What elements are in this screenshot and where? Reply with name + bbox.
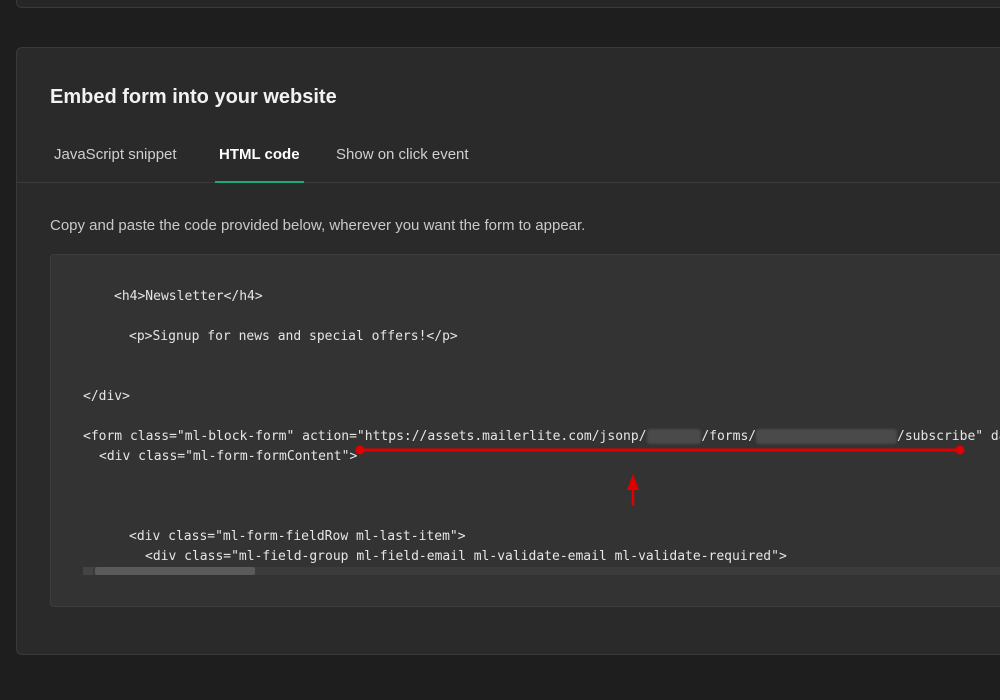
previous-card <box>16 0 1000 8</box>
tab-html-code[interactable]: HTML code <box>215 136 304 183</box>
form-action-suffix: /subscribe" data <box>897 429 1000 444</box>
embed-form-card: Embed form into your website JavaScript … <box>16 47 1000 655</box>
tab-show-on-click-event[interactable]: Show on click event <box>336 136 469 182</box>
code-line-field-row: <div class="ml-form-fieldRow ml-last-ite… <box>129 529 466 544</box>
html-code-block[interactable]: <h4>Newsletter</h4> <p>Signup for news a… <box>50 254 1000 607</box>
code-line-h4: <h4>Newsletter</h4> <box>114 289 263 304</box>
scroll-left-arrow-icon[interactable] <box>83 567 93 575</box>
redacted-account-id: 1234567 <box>646 429 702 444</box>
code-line-div-close: </div> <box>83 389 130 404</box>
scrollbar-thumb[interactable] <box>95 567 255 575</box>
embed-tabs: JavaScript snippet HTML code Show on cli… <box>17 136 1000 183</box>
redacted-form-id: 123456789012345678 <box>756 429 898 444</box>
card-title: Embed form into your website <box>50 86 337 108</box>
code-line-field-group: <div class="ml-field-group ml-field-emai… <box>145 549 787 564</box>
code-line-form: <form class="ml-block-form" action="http… <box>83 429 1000 444</box>
horizontal-scrollbar[interactable] <box>83 567 1000 575</box>
code-line-form-content: <div class="ml-form-formContent"> <box>99 449 358 464</box>
code-line-p: <p>Signup for news and special offers!</… <box>129 329 458 344</box>
form-action-prefix: <form class="ml-block-form" action="http… <box>83 429 647 444</box>
instructions-text: Copy and paste the code provided below, … <box>50 217 586 234</box>
tab-javascript-snippet[interactable]: JavaScript snippet <box>54 136 177 182</box>
form-action-middle: /forms/ <box>701 429 757 444</box>
